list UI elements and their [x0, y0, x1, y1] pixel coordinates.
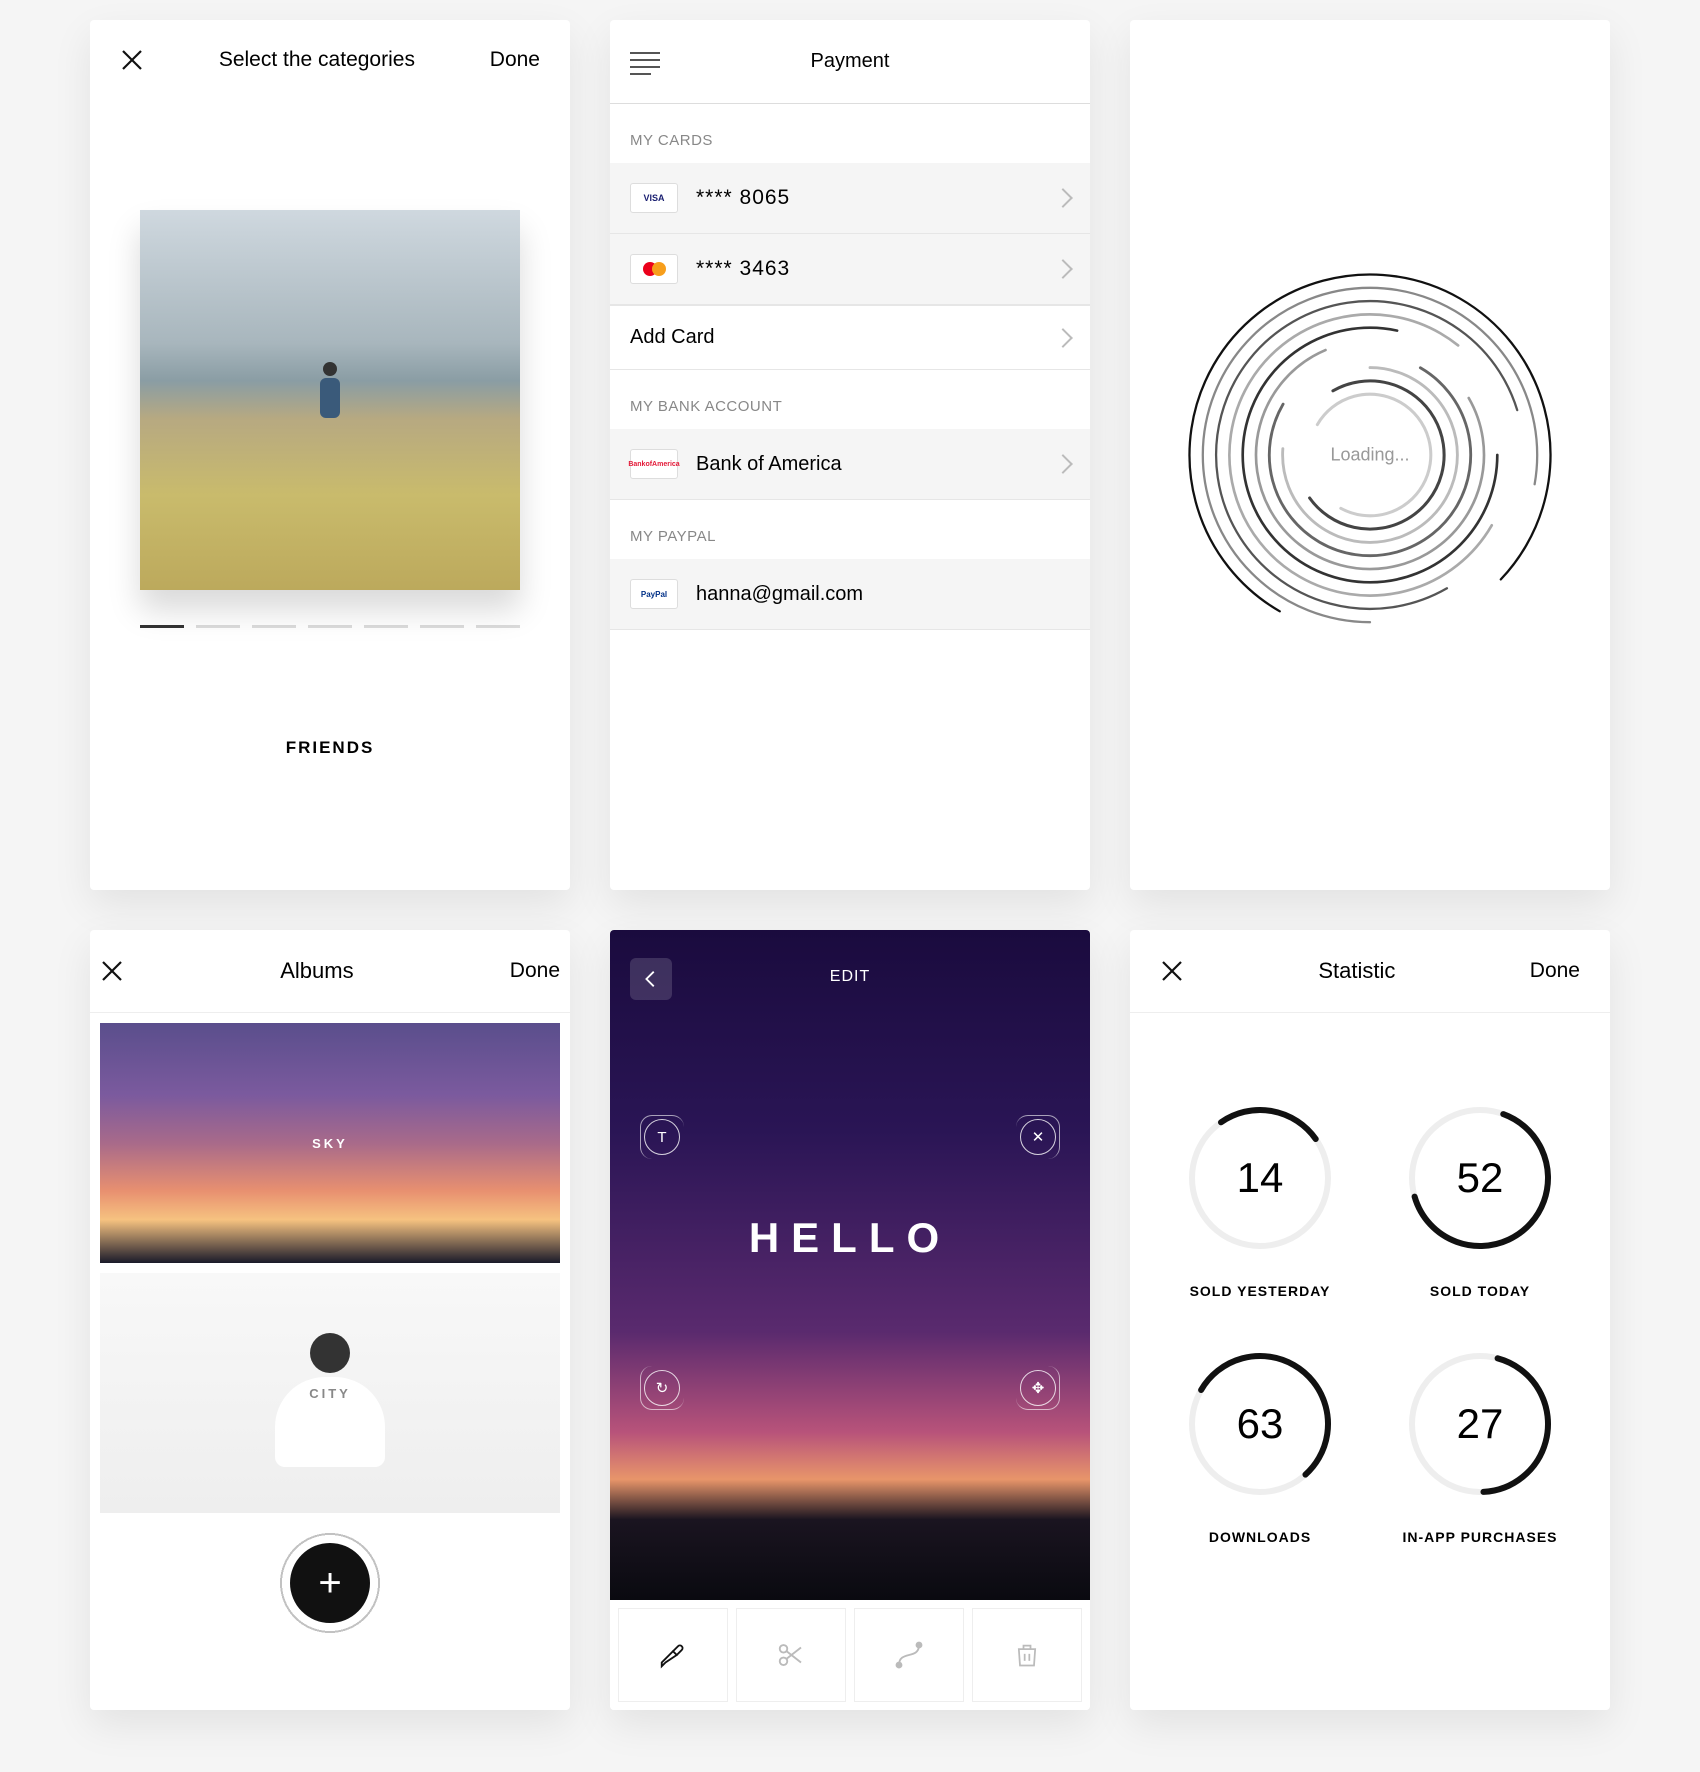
- close-icon[interactable]: [120, 48, 144, 72]
- stat-ring: 14: [1185, 1103, 1335, 1253]
- paypal-row[interactable]: PayPal hanna@gmail.com: [610, 559, 1090, 630]
- curve-tool-icon[interactable]: [854, 1608, 964, 1702]
- cut-tool-icon[interactable]: [736, 1608, 846, 1702]
- visa-icon: VISA: [630, 183, 678, 213]
- stat-cell: 27 IN-APP PURCHASES: [1390, 1349, 1570, 1545]
- chevron-right-icon: [1053, 328, 1073, 348]
- stat-label: SOLD YESTERDAY: [1190, 1283, 1331, 1299]
- section-header: MY CARDS: [610, 104, 1090, 163]
- done-button[interactable]: Done: [1530, 959, 1580, 983]
- category-label: FRIENDS: [90, 738, 570, 758]
- album-label: CITY: [309, 1386, 351, 1401]
- rotate-icon[interactable]: ↻: [644, 1370, 680, 1406]
- page-title: Statistic: [1318, 958, 1395, 984]
- loading-text: Loading...: [1330, 445, 1409, 466]
- stat-ring: 63: [1185, 1349, 1335, 1499]
- stat-value: 52: [1457, 1154, 1504, 1202]
- page-title: Albums: [280, 958, 353, 984]
- stat-ring: 27: [1405, 1349, 1555, 1499]
- page-title: EDIT: [830, 968, 870, 986]
- stat-cell: 14 SOLD YESTERDAY: [1170, 1103, 1350, 1299]
- overlay-text[interactable]: HELLO: [749, 1214, 951, 1262]
- back-button[interactable]: [630, 958, 672, 1000]
- add-album-button[interactable]: +: [290, 1543, 370, 1623]
- spinner-icon: Loading...: [1180, 265, 1560, 645]
- album-item[interactable]: CITY: [100, 1273, 560, 1513]
- paypal-email: hanna@gmail.com: [696, 583, 1070, 606]
- paypal-icon: PayPal: [630, 579, 678, 609]
- chevron-right-icon: [1053, 259, 1073, 279]
- card-number: **** 3463: [696, 257, 1056, 281]
- statistic-screen: Statistic Done 14 SOLD YESTERDAY 52: [1130, 930, 1610, 1710]
- card-row[interactable]: **** 3463: [610, 234, 1090, 305]
- close-icon[interactable]: [1160, 959, 1184, 983]
- done-button[interactable]: Done: [510, 959, 560, 983]
- hamburger-icon[interactable]: [630, 52, 660, 72]
- category-image[interactable]: [140, 210, 520, 590]
- album-label: SKY: [312, 1136, 348, 1151]
- stat-label: DOWNLOADS: [1209, 1529, 1311, 1545]
- card-row[interactable]: VISA **** 8065: [610, 163, 1090, 234]
- stat-cell: 52 SOLD TODAY: [1390, 1103, 1570, 1299]
- done-button[interactable]: Done: [490, 48, 540, 72]
- categories-screen: Select the categories Done FRIENDS: [90, 20, 570, 890]
- page-title: Select the categories: [219, 48, 415, 72]
- bank-row[interactable]: BankofAmerica Bank of America: [610, 429, 1090, 500]
- chevron-right-icon: [1053, 188, 1073, 208]
- move-icon[interactable]: ✥: [1020, 1370, 1056, 1406]
- add-card-button[interactable]: Add Card: [610, 305, 1090, 370]
- stat-value: 63: [1237, 1400, 1284, 1448]
- loading-screen: Loading...: [1130, 20, 1610, 890]
- stat-cell: 63 DOWNLOADS: [1170, 1349, 1350, 1545]
- bank-name: Bank of America: [696, 453, 1056, 476]
- stat-value: 14: [1237, 1154, 1284, 1202]
- page-title: Payment: [811, 50, 890, 73]
- close-overlay-icon[interactable]: ✕: [1020, 1119, 1056, 1155]
- stat-value: 27: [1457, 1400, 1504, 1448]
- stat-label: SOLD TODAY: [1430, 1283, 1530, 1299]
- trash-tool-icon[interactable]: [972, 1608, 1082, 1702]
- card-number: **** 8065: [696, 186, 1056, 210]
- close-icon[interactable]: [100, 959, 124, 983]
- pager[interactable]: [90, 625, 570, 628]
- chevron-right-icon: [1053, 454, 1073, 474]
- section-header: MY BANK ACCOUNT: [610, 370, 1090, 429]
- paint-tool-icon[interactable]: [618, 1608, 728, 1702]
- bankofamerica-icon: BankofAmerica: [630, 449, 678, 479]
- edit-screen: EDIT T ✕ ↻ ✥ HELLO: [610, 930, 1090, 1710]
- section-header: MY PAYPAL: [610, 500, 1090, 559]
- payment-screen: Payment MY CARDS VISA **** 8065 **** 346…: [610, 20, 1090, 890]
- edit-canvas[interactable]: EDIT T ✕ ↻ ✥ HELLO: [610, 930, 1090, 1600]
- albums-screen: Albums Done SKY CITY +: [90, 930, 570, 1710]
- text-tool-icon[interactable]: T: [644, 1119, 680, 1155]
- stat-label: IN-APP PURCHASES: [1403, 1529, 1558, 1545]
- album-item[interactable]: SKY: [100, 1023, 560, 1263]
- add-album-area: +: [90, 1543, 570, 1623]
- stat-ring: 52: [1405, 1103, 1555, 1253]
- mastercard-icon: [630, 254, 678, 284]
